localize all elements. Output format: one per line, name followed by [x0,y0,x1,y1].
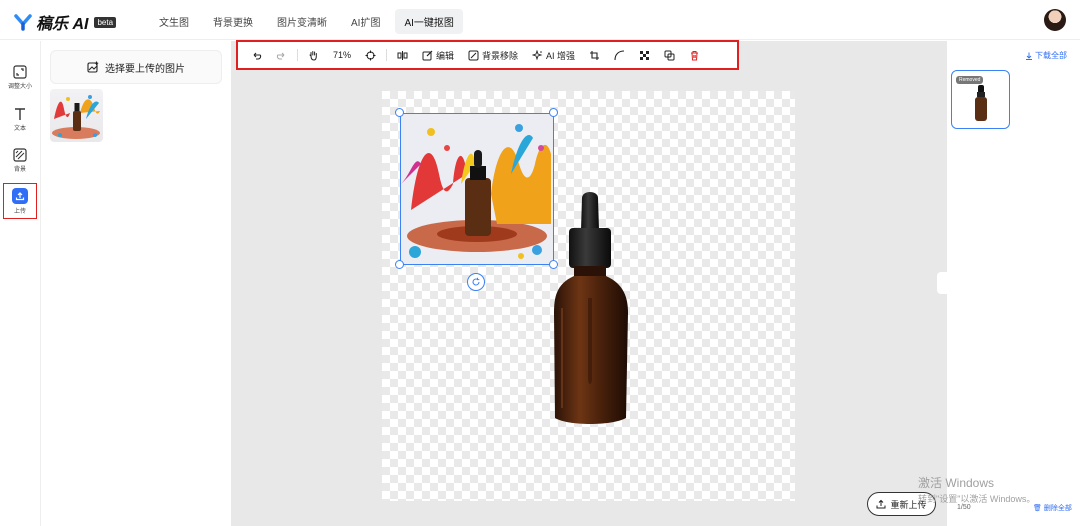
tool-text[interactable]: 文本 [3,101,37,137]
ai-enhance-label: AI 增强 [546,50,576,61]
curve-icon [614,49,625,60]
toolbar-divider [386,49,388,61]
trash-icon: 🗑 [1033,505,1042,512]
trash-icon [691,50,699,60]
resize-icon [13,64,27,79]
nav-text-to-image[interactable]: 文生图 [150,9,198,34]
transparency-button[interactable] [632,42,657,68]
logo-icon [14,14,32,31]
tool-upload[interactable]: 上传 [3,183,37,219]
editor-toolbar: 71% 编辑 背景移除 AI 增强 [236,40,739,70]
tool-background[interactable]: 背景 [3,142,37,178]
cutout-bottle-image[interactable] [548,188,632,428]
checker-icon [640,50,650,60]
beta-badge: beta [94,16,117,28]
duplicate-button[interactable] [657,42,682,68]
user-avatar[interactable] [1044,9,1066,31]
panel-collapse-tab[interactable] [937,272,947,294]
crop-button[interactable] [582,42,607,68]
upload-icon [12,187,28,204]
remove-background-label: 背景移除 [482,50,519,61]
crosshair-icon [365,50,376,60]
left-tool-rail: 调整大小 文本 背景 上传 [0,41,41,526]
uploaded-image-thumbnail[interactable] [50,89,103,142]
windows-activation-watermark: 激活 Windows 转到"设置"以激活 Windows。 [918,474,1035,505]
background-icon [13,147,27,162]
hand-icon [309,50,317,61]
tool-label: 上传 [13,208,26,215]
main-nav: 文生图 背景更换 图片变清晰 AI扩图 AI一键抠图 [150,9,463,34]
nav-ai-cutout[interactable]: AI一键抠图 [395,9,463,34]
rotate-handle[interactable] [467,273,485,291]
resize-handle[interactable] [549,260,558,269]
duplicate-icon [664,50,675,60]
resize-handle[interactable] [395,260,404,269]
upload-icon [876,499,886,509]
select-image-label: 选择要上传的图片 [105,63,185,75]
flip-icon [397,50,408,60]
app-logo[interactable]: 稿乐 AI beta [14,10,117,34]
rotate-icon [472,277,480,286]
upload-panel: 选择要上传的图片 [41,41,231,526]
delete-all-button[interactable]: 🗑 删除全部 [1033,503,1072,513]
resize-handle[interactable] [395,108,404,117]
download-all-label: 下载全部 [1035,51,1067,60]
flip-button[interactable] [390,42,415,68]
download-icon [1026,52,1032,60]
redo-button[interactable] [269,42,294,68]
remove-background-button[interactable]: 背景移除 [461,42,525,68]
recenter-button[interactable] [358,42,383,68]
add-image-icon [87,61,99,73]
selected-original-image[interactable] [400,113,554,265]
crop-icon [590,50,600,60]
tool-resize[interactable]: 调整大小 [3,59,37,95]
text-icon [15,107,25,120]
download-all-button[interactable]: 下载全部 [1025,50,1067,61]
redo-icon [276,52,285,60]
toolbar-divider [297,49,298,61]
edit-button[interactable]: 编辑 [415,42,461,68]
undo-icon [253,52,262,60]
undo-button[interactable] [244,42,269,68]
watermark-line2: 转到"设置"以激活 Windows。 [918,494,1036,504]
tool-label: 调整大小 [7,83,32,90]
result-thumbnail[interactable]: Removed [951,70,1010,129]
curve-button[interactable] [607,42,632,68]
nav-background-replace[interactable]: 背景更换 [204,9,262,34]
ai-enhance-button[interactable]: AI 增强 [525,42,582,68]
tool-label: 文本 [13,125,26,132]
pan-button[interactable] [301,42,326,68]
removed-badge: Removed [956,76,984,84]
edit-icon [422,50,433,60]
remove-background-icon [468,50,479,60]
image-counter: 1/50 [957,504,971,511]
select-image-button[interactable]: 选择要上传的图片 [50,50,222,84]
zoom-level[interactable]: 71% [326,42,358,68]
sparkle-icon [532,49,543,60]
edit-label: 编辑 [436,50,455,61]
tool-label: 背景 [13,166,26,173]
delete-all-label: 删除全部 [1043,505,1072,512]
nav-image-sharpen[interactable]: 图片变清晰 [268,9,336,34]
resize-handle[interactable] [549,108,558,117]
delete-button[interactable] [682,42,707,68]
watermark-line1: 激活 Windows [918,476,995,490]
top-bar: 稿乐 AI beta 文生图 背景更换 图片变清晰 AI扩图 AI一键抠图 [0,0,1080,40]
results-panel [947,70,1080,526]
nav-ai-expand[interactable]: AI扩图 [342,9,389,34]
app-name: 稿乐 AI [36,16,89,33]
